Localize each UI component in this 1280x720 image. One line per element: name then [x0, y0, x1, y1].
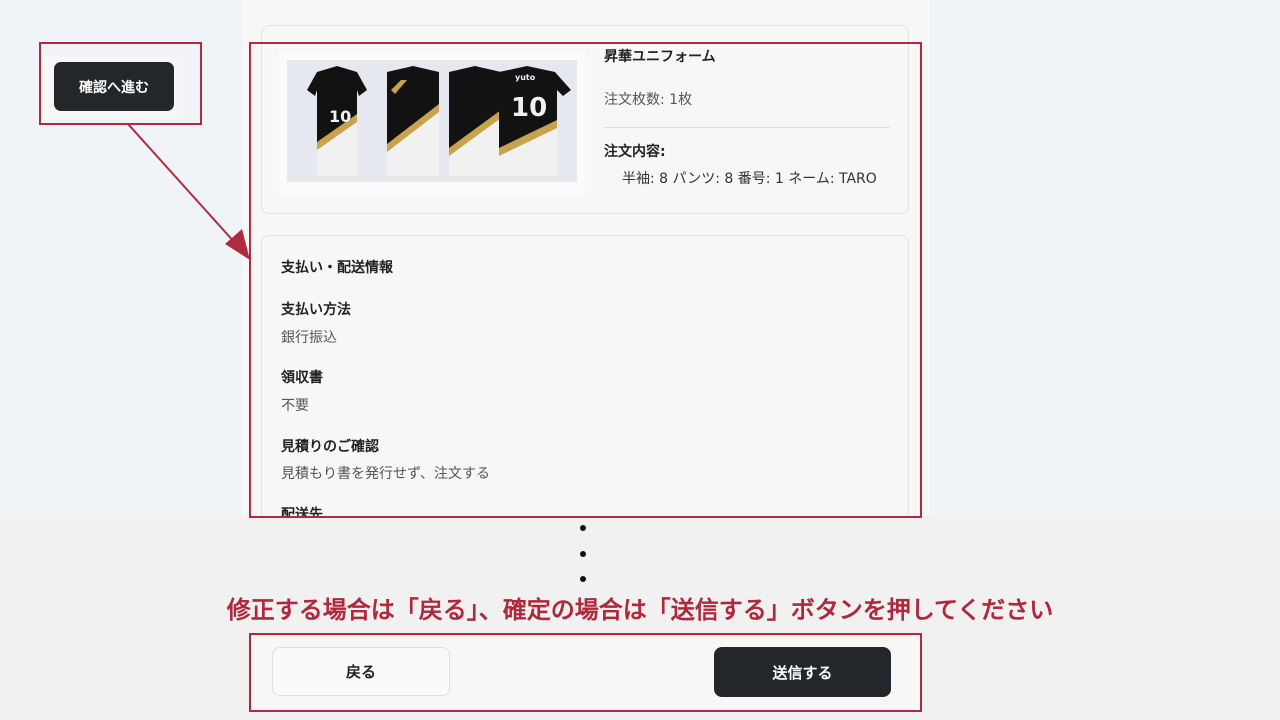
ellipsis-dot [580, 551, 586, 557]
instruction-caption: 修正する場合は「戻る」、確定の場合は「送信する」ボタンを押してください [226, 596, 1054, 624]
back-button[interactable]: 戻る [272, 647, 450, 696]
ellipsis-dot [580, 576, 586, 582]
ellipsis-dot [580, 525, 586, 531]
tutorial-screen: 10 yuto 10 昇華ユニフォーム 注文枚数: 1枚 注文内容: 半袖: 8… [0, 0, 1280, 720]
send-button[interactable]: 送信する [714, 647, 891, 697]
